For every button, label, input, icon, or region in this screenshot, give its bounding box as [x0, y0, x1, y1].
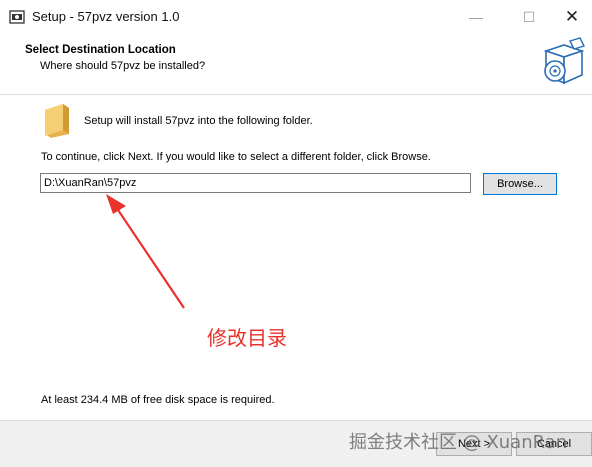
- app-icon: [9, 10, 25, 24]
- folder-icon: [45, 104, 69, 138]
- close-button[interactable]: ✕: [552, 0, 592, 34]
- minimize-button[interactable]: —: [453, 0, 499, 34]
- arrow-icon: [106, 194, 185, 309]
- install-box-icon: [543, 37, 585, 85]
- page-subtitle: Where should 57pvz be installed?: [40, 60, 206, 72]
- header-divider: [0, 94, 592, 95]
- browse-button[interactable]: Browse...: [483, 173, 557, 195]
- wizard-header: Select Destination Location Where should…: [0, 34, 592, 94]
- annotation-label: 修改目录: [207, 326, 287, 350]
- title-bar: Setup - 57pvz version 1.0 — ☐ ✕: [0, 0, 592, 34]
- install-description: Setup will install 57pvz into the follow…: [84, 115, 313, 127]
- disk-space-requirement: At least 234.4 MB of free disk space is …: [41, 394, 275, 406]
- maximize-button[interactable]: ☐: [506, 0, 552, 34]
- window-title: Setup - 57pvz version 1.0: [32, 9, 180, 24]
- page-title: Select Destination Location: [25, 44, 176, 56]
- continue-instructions: To continue, click Next. If you would li…: [41, 151, 431, 163]
- watermark: 掘金技术社区 @ XuanRan: [349, 432, 568, 453]
